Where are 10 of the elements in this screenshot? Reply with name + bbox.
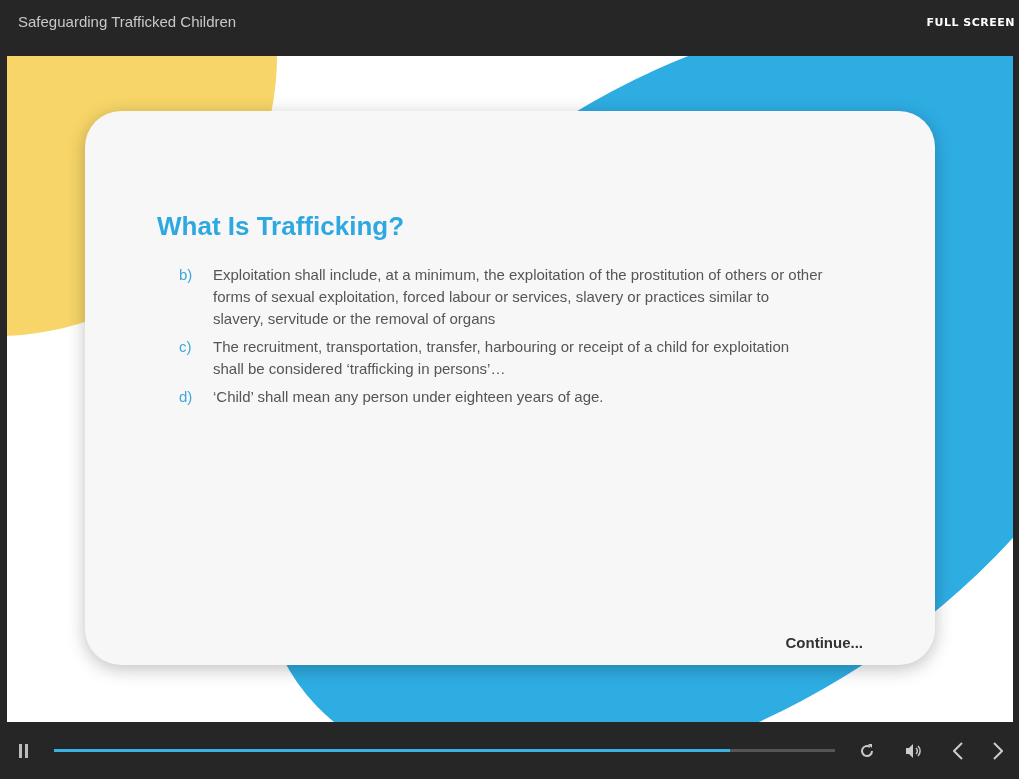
continue-button[interactable]: Continue... [785,634,863,651]
list-item-text: The recruitment, transportation, transfer, harbouring or receipt of a child for exploitation shall be considered ‘trafficking in persons’… [213,337,791,379]
list-marker: b) [179,265,194,285]
list-item-text: ‘Child’ shall mean any person under eighteen years of age. [213,387,605,407]
list-item-text: Exploitation shall include, at a minimum, the exploitation of the prostitution of others or other forms of sexual exploitation, forced labour or services, slavery or practices similar to slavery, servitude or the removal of organs [213,265,823,329]
course-title: Safeguarding Trafficked Children [18,13,237,30]
full-screen-button[interactable]: FULL SCREEN [926,16,1015,29]
list-marker: c) [179,337,193,357]
slide-heading: What Is Trafficking? [157,211,406,242]
list-marker: d) [179,387,194,407]
